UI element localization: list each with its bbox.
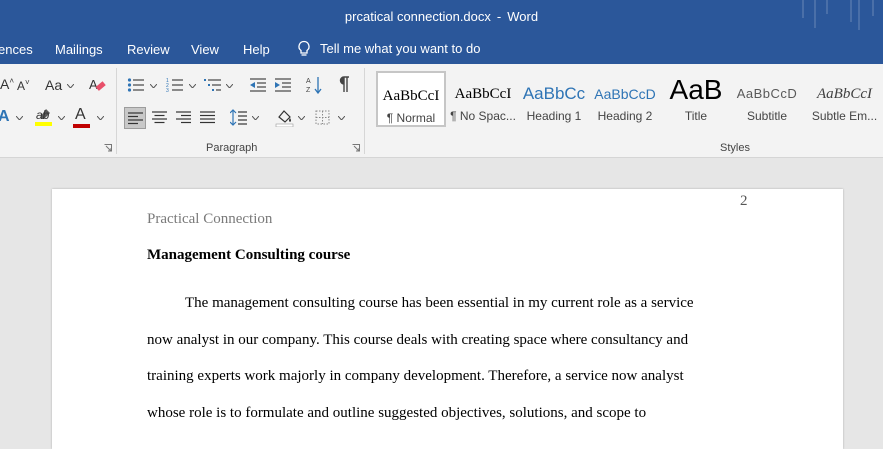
style-name: Heading 1 — [526, 109, 582, 123]
shrink-font-label: A — [17, 79, 26, 93]
style-name: Subtitle — [746, 109, 788, 123]
style-sample: AaBbCc — [522, 84, 586, 103]
svg-text:A: A — [306, 78, 311, 85]
style-heading-2[interactable]: AaBbCcD Heading 2 — [590, 71, 660, 127]
paragraph-line: now analyst in our company. This course … — [147, 332, 689, 348]
paragraph-line: The management consulting course has bee… — [185, 295, 694, 311]
window-title: prcatical connection.docx - Word — [0, 9, 883, 24]
grow-font-label: A — [0, 76, 10, 92]
tab-help[interactable]: Help — [243, 42, 270, 57]
style-sample: AaBbCcI — [382, 88, 440, 104]
svg-text:Z: Z — [306, 87, 311, 94]
svg-text:A: A — [89, 77, 98, 92]
align-center-icon[interactable] — [152, 111, 167, 124]
increase-indent-icon[interactable] — [274, 77, 292, 93]
style-name: Heading 2 — [597, 109, 653, 123]
app-name: Word — [507, 9, 539, 24]
multilevel-list-icon[interactable] — [204, 77, 222, 93]
show-formatting-marks-icon[interactable] — [338, 76, 350, 93]
style-sample: AaBbCcI — [454, 86, 512, 102]
tab-references[interactable]: ences — [0, 42, 33, 57]
tell-me-search[interactable]: Tell me what you want to do — [297, 40, 480, 57]
change-case-button[interactable]: Aa — [45, 77, 62, 93]
title-bar-decoration — [802, 0, 874, 30]
align-left-button[interactable] — [124, 107, 146, 129]
multilevel-dropdown-arrow[interactable] — [226, 84, 233, 88]
running-header: Practical Connection — [147, 211, 273, 227]
text-effects-button[interactable]: A — [0, 108, 10, 126]
tab-mailings[interactable]: Mailings — [55, 42, 103, 57]
style-sample: AaB — [669, 74, 723, 105]
line-spacing-icon[interactable] — [230, 109, 247, 126]
bullets-dropdown-arrow[interactable] — [150, 84, 157, 88]
shrink-font-button[interactable]: A˅ — [17, 78, 30, 93]
page-number: 2 — [740, 193, 748, 209]
borders-dropdown-arrow[interactable] — [338, 116, 345, 120]
font-color-button[interactable]: A — [75, 106, 86, 124]
title-bar: prcatical connection.docx - Word — [0, 0, 883, 34]
paragraph-group-label: Paragraph — [206, 142, 258, 154]
shading-dropdown-arrow[interactable] — [298, 116, 305, 120]
tell-me-label: Tell me what you want to do — [320, 41, 481, 56]
tab-review[interactable]: Review — [127, 42, 170, 57]
paragraph-dialog-launcher-icon[interactable] — [352, 144, 360, 152]
numbering-dropdown-arrow[interactable] — [189, 84, 196, 88]
justify-icon[interactable] — [200, 111, 215, 124]
font-color-swatch — [73, 124, 90, 128]
align-right-icon[interactable] — [176, 111, 191, 124]
style-sample: AaBbCcD — [736, 86, 798, 101]
ribbon: A˄ A˅ Aa A A ab A — [0, 64, 883, 158]
title-separator: - — [496, 9, 502, 24]
bullets-icon[interactable] — [127, 77, 145, 93]
text-effects-dropdown-arrow[interactable] — [16, 116, 23, 120]
style-name: Title — [684, 109, 708, 123]
group-separator — [364, 68, 365, 154]
document-area[interactable]: 2 Practical Connection Management Consul… — [0, 158, 883, 449]
align-left-icon — [128, 112, 143, 125]
style-subtitle[interactable]: AaBbCcD Subtitle — [732, 71, 802, 127]
change-case-dropdown-arrow[interactable] — [67, 84, 74, 88]
sort-icon[interactable]: A Z — [306, 76, 322, 94]
style-subtle-emphasis[interactable]: AaBbCcI Subtle Em... — [806, 71, 883, 127]
document-page[interactable]: 2 Practical Connection Management Consul… — [52, 189, 843, 449]
shading-icon[interactable] — [275, 108, 294, 127]
style-name: Subtle Em... — [811, 109, 878, 123]
line-spacing-dropdown-arrow[interactable] — [252, 116, 259, 120]
numbering-icon[interactable]: 1 2 3 — [166, 77, 184, 93]
change-case-label: Aa — [45, 77, 63, 93]
style-heading-1[interactable]: AaBbCc Heading 1 — [519, 71, 589, 127]
tab-view[interactable]: View — [191, 42, 219, 57]
ribbon-tabs: ences Mailings Review View Help Tell me … — [0, 34, 883, 64]
borders-icon[interactable] — [315, 110, 330, 125]
text-effects-label: A — [0, 108, 10, 125]
style-name: ¶ No Spac... — [450, 109, 516, 123]
svg-text:3: 3 — [166, 88, 169, 93]
document-filename: prcatical connection.docx — [344, 9, 491, 24]
decrease-indent-icon[interactable] — [249, 77, 267, 93]
section-heading: Management Consulting course — [147, 247, 351, 263]
style-sample: AaBbCcD — [594, 86, 656, 102]
paragraph-line: training experts work majorly in company… — [147, 368, 684, 384]
font-color-label: A — [75, 106, 86, 123]
paragraph-line: whose role is to formulate and outline s… — [147, 405, 647, 421]
highlight-dropdown-arrow[interactable] — [58, 116, 65, 120]
styles-gallery: AaBbCcI ¶ Normal AaBbCcI ¶ No Spac... Aa… — [372, 69, 883, 132]
grow-font-button[interactable]: A˄ — [0, 76, 14, 92]
styles-group-label: Styles — [720, 142, 750, 154]
style-sample: AaBbCcI — [817, 86, 872, 102]
highlight-color-icon[interactable]: ab — [34, 107, 54, 127]
style-name: ¶ Normal — [386, 111, 436, 125]
font-color-dropdown-arrow[interactable] — [97, 116, 104, 120]
font-dialog-launcher-icon[interactable] — [104, 144, 112, 152]
style-normal[interactable]: AaBbCcI ¶ Normal — [376, 71, 446, 127]
style-no-spacing[interactable]: AaBbCcI ¶ No Spac... — [448, 71, 518, 127]
clear-formatting-icon[interactable]: A — [88, 76, 106, 94]
lightbulb-icon — [298, 40, 310, 56]
group-separator — [116, 68, 117, 154]
style-title[interactable]: AaB Title — [661, 71, 731, 127]
